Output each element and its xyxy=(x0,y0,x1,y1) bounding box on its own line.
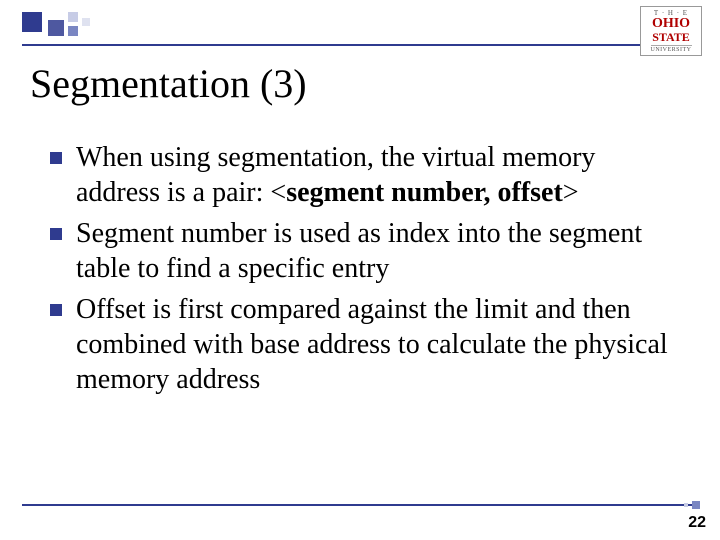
page-number: 22 xyxy=(688,514,706,532)
deco-square xyxy=(68,12,78,22)
bullet-text: When using segmentation, the virtual mem… xyxy=(76,140,670,210)
bullet-marker-icon xyxy=(50,228,62,240)
logo-line: UNIVERSITY xyxy=(651,45,692,53)
slide: T · H · E OHIO STATE UNIVERSITY Segmenta… xyxy=(0,0,720,540)
header-rule xyxy=(22,44,698,46)
bullet-text-bold: segment number, offset xyxy=(286,177,563,208)
slide-title: Segmentation (3) xyxy=(30,60,307,107)
footer-rule xyxy=(22,504,698,506)
bullet-item: When using segmentation, the virtual mem… xyxy=(50,140,670,210)
bullet-item: Offset is first compared against the lim… xyxy=(50,292,670,397)
header-decoration xyxy=(22,12,182,52)
bullet-item: Segment number is used as index into the… xyxy=(50,216,670,286)
bullet-text: Offset is first compared against the lim… xyxy=(76,292,670,397)
ohio-state-logo: T · H · E OHIO STATE UNIVERSITY xyxy=(640,6,702,56)
deco-square xyxy=(68,26,78,36)
slide-body: When using segmentation, the virtual mem… xyxy=(50,140,670,403)
deco-square xyxy=(48,20,64,36)
bullet-text-pre: Offset is first compared against the lim… xyxy=(76,294,668,395)
logo-line: STATE xyxy=(652,31,690,43)
bullet-marker-icon xyxy=(50,304,62,316)
deco-square xyxy=(22,12,42,32)
deco-square xyxy=(82,18,90,26)
bullet-text-pre: Segment number is used as index into the… xyxy=(76,218,642,284)
bullet-marker-icon xyxy=(50,152,62,164)
bullet-text: Segment number is used as index into the… xyxy=(76,216,670,286)
bullet-text-post: > xyxy=(563,177,579,208)
logo-line: OHIO xyxy=(652,17,690,31)
